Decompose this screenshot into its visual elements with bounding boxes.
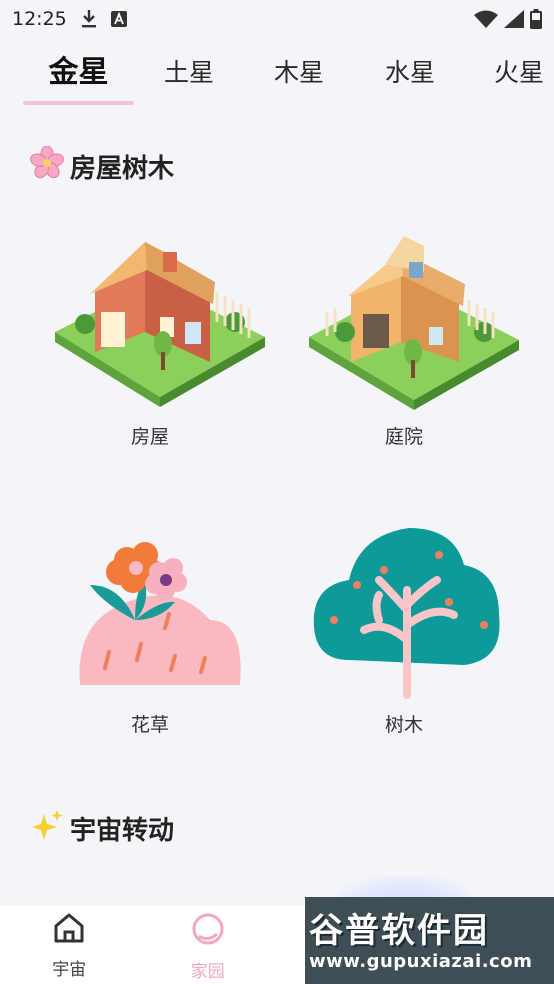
planet-tabs: 金星 土星 木星 水星 火星 (0, 48, 554, 108)
nav-item-universe[interactable]: 宇宙 (0, 906, 139, 984)
section-title-houses-trees: 房屋树木 (30, 145, 175, 187)
section-title-universe-rotation: 宇宙转动 (32, 808, 174, 849)
cherry-blossom-icon (30, 145, 64, 187)
watermark-title: 谷普软件园 (309, 911, 489, 951)
house-icon (25, 222, 275, 422)
tab-venus[interactable]: 金星 (23, 48, 134, 98)
section-title-text: 宇宙转动 (70, 816, 175, 846)
grid-item-house[interactable]: 房屋 (25, 222, 275, 449)
download-icon (81, 9, 97, 29)
yard-icon (279, 222, 529, 422)
flowers-icon (25, 510, 275, 710)
ring-icon (191, 912, 225, 951)
nav-label: 宇宙 (52, 960, 87, 980)
tree-icon (279, 510, 529, 710)
nav-label: 家园 (190, 962, 225, 982)
section-title-text: 房屋树木 (70, 154, 175, 184)
grid-item-label: 房屋 (130, 426, 169, 448)
tab-mars[interactable]: 火星 (494, 48, 554, 98)
a-badge-icon (110, 11, 127, 27)
nav-item-garden[interactable]: 家园 (139, 906, 278, 984)
grid-item-label: 树木 (384, 714, 423, 736)
signal-icon (504, 10, 524, 28)
tab-mercury[interactable]: 水星 (361, 48, 459, 98)
watermark-overlay: 谷普软件园 www.gupuxiazai.com (305, 897, 554, 984)
wifi-icon (474, 10, 498, 28)
tab-jupiter[interactable]: 木星 (250, 48, 348, 98)
grid-item-label: 花草 (130, 714, 169, 736)
grid-item-yard[interactable]: 庭院 (279, 222, 529, 449)
active-tab-indicator (23, 101, 134, 105)
grid-item-flowers[interactable]: 花草 (25, 510, 275, 737)
status-bar: 12:25 (0, 0, 554, 38)
watermark-url: www.gupuxiazai.com (309, 951, 533, 972)
sparkles-icon (32, 808, 64, 849)
grid-item-label: 庭院 (384, 426, 423, 448)
grid-item-tree[interactable]: 树木 (279, 510, 529, 737)
status-time: 12:25 (12, 8, 67, 30)
battery-icon (530, 9, 542, 29)
tab-saturn[interactable]: 土星 (140, 48, 238, 98)
home-icon (52, 912, 86, 949)
